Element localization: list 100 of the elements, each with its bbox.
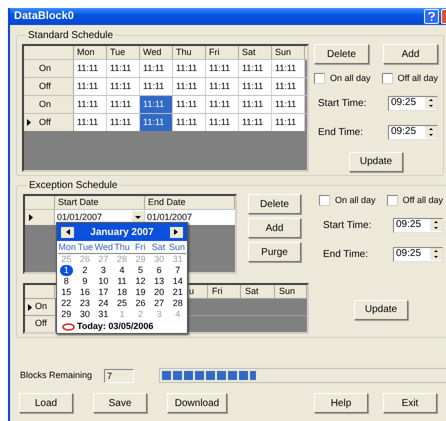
time-spinner[interactable]: 09:25 [388,96,438,110]
calendar-day[interactable]: 28 [172,298,184,309]
calendar-day[interactable]: 22 [60,298,72,309]
calendar-day[interactable]: 29 [60,309,72,320]
row-header[interactable]: Off [24,78,74,95]
time-spinner[interactable]: 09:25 [393,246,443,262]
checkbox[interactable] [382,73,393,84]
row-header[interactable]: Off [24,114,74,131]
calendar-day[interactable]: 11 [116,276,128,287]
time-cell[interactable]: 11:11 [140,60,173,77]
date-cell[interactable]: 01/01/2007 [145,210,235,225]
time-cell[interactable]: 11:11 [74,60,107,77]
calendar-day[interactable]: 5 [137,265,144,276]
calendar-day[interactable]: 12 [134,276,147,287]
time-cell[interactable]: 11:11 [107,78,140,95]
calendar-day[interactable]: 25 [116,298,128,309]
push-button[interactable]: Update [354,300,408,320]
push-button[interactable]: Download [167,393,227,413]
calendar-day[interactable]: 23 [78,298,91,309]
calendar-day[interactable]: 17 [97,287,110,298]
time-cell[interactable]: 11:11 [239,60,272,77]
time-cell[interactable]: 11:11 [272,114,305,131]
calendar-day[interactable]: 2 [81,265,88,276]
time-cell[interactable]: 11:11 [140,78,173,95]
spin-arrows-icon[interactable] [425,126,437,138]
push-button[interactable]: Add [248,218,301,238]
time-cell[interactable]: 11:11 [206,78,239,95]
calendar-day[interactable]: 26 [134,298,147,309]
spin-arrows-icon[interactable] [425,97,437,109]
checkbox[interactable] [319,195,330,206]
time-cell[interactable]: 11:11 [140,114,173,131]
calendar-day[interactable]: 4 [118,265,126,276]
calendar-day[interactable]: 6 [156,265,163,276]
checkbox-label: Off all day [398,72,438,85]
calendar-day[interactable]: 30 [78,309,91,320]
time-cell[interactable]: 11:11 [107,114,140,131]
calendar-day[interactable]: 15 [60,287,72,298]
row-header[interactable]: Off [25,316,55,332]
push-button[interactable]: Help [314,393,368,413]
time-cell[interactable]: 11:11 [206,60,239,77]
time-spinner[interactable]: 09:25 [393,218,443,232]
column-header: Start Date [55,196,145,209]
calendar-day[interactable]: 3 [100,265,107,276]
calendar-day[interactable]: 20 [153,287,166,298]
calendar-day[interactable]: 10 [97,276,110,287]
time-cell[interactable]: 11:11 [272,96,305,113]
calendar-day[interactable]: 19 [134,287,147,298]
weekday-label: Mon [58,241,76,253]
push-button[interactable]: Save [93,393,147,413]
calendar-day[interactable]: 1 [60,265,73,276]
calendar-day[interactable]: 7 [174,265,182,276]
calendar-day[interactable]: 24 [97,298,110,309]
today-link[interactable]: Today: 03/05/2006 [77,320,154,334]
calendar-day[interactable]: 8 [62,276,70,287]
time-cell[interactable]: 11:11 [74,78,107,95]
time-cell[interactable]: 11:11 [239,78,272,95]
time-cell[interactable]: 11:11 [272,78,305,95]
time-cell[interactable]: 11:11 [107,60,140,77]
time-cell[interactable]: 11:11 [74,114,107,131]
push-button[interactable]: Delete [248,194,301,214]
calendar-day[interactable]: 31 [97,309,110,320]
push-button[interactable]: Load [19,393,73,413]
spin-arrows-icon[interactable] [430,248,442,260]
help-icon[interactable] [424,9,439,24]
time-cell[interactable]: 11:11 [272,60,305,77]
row-header[interactable]: On [24,60,74,77]
row-header[interactable]: On [24,96,74,113]
next-month-button[interactable] [170,226,183,238]
push-button[interactable]: Update [349,152,403,172]
calendar-day[interactable]: 9 [81,276,88,287]
calendar-day[interactable]: 13 [153,276,166,287]
calendar-day[interactable]: 21 [172,287,184,298]
right-triangle-icon [174,229,178,235]
push-button[interactable]: Exit [383,393,437,413]
time-cell[interactable]: 11:11 [173,114,206,131]
time-cell[interactable]: 11:11 [74,96,107,113]
checkbox[interactable] [386,195,398,206]
push-button[interactable]: Add [383,44,438,64]
calendar-day[interactable]: 27 [153,298,166,309]
spin-arrows-icon[interactable] [430,219,442,231]
time-cell[interactable]: 11:11 [206,96,239,113]
calendar-day[interactable]: 18 [116,287,128,298]
time-cell[interactable]: 11:11 [140,96,173,113]
time-cell[interactable]: 11:11 [206,114,239,131]
time-cell[interactable]: 11:11 [173,96,206,113]
time-spinner[interactable]: 09:25 [388,124,438,140]
row-header[interactable]: On [25,299,55,315]
time-cell[interactable]: 11:11 [173,78,206,95]
time-cell[interactable]: 11:11 [239,96,272,113]
time-cell[interactable]: 11:11 [107,96,140,113]
calendar-day[interactable]: 14 [172,276,184,287]
weekday-label: Sun [168,241,186,253]
push-button[interactable]: Purge [248,242,301,262]
push-button[interactable]: Delete [314,44,369,64]
calendar-day[interactable]: 16 [78,287,91,298]
previous-month-button[interactable] [61,226,74,238]
row-header[interactable] [25,210,55,225]
time-cell[interactable]: 11:11 [173,60,206,77]
checkbox[interactable] [314,73,325,84]
time-cell[interactable]: 11:11 [239,114,272,131]
